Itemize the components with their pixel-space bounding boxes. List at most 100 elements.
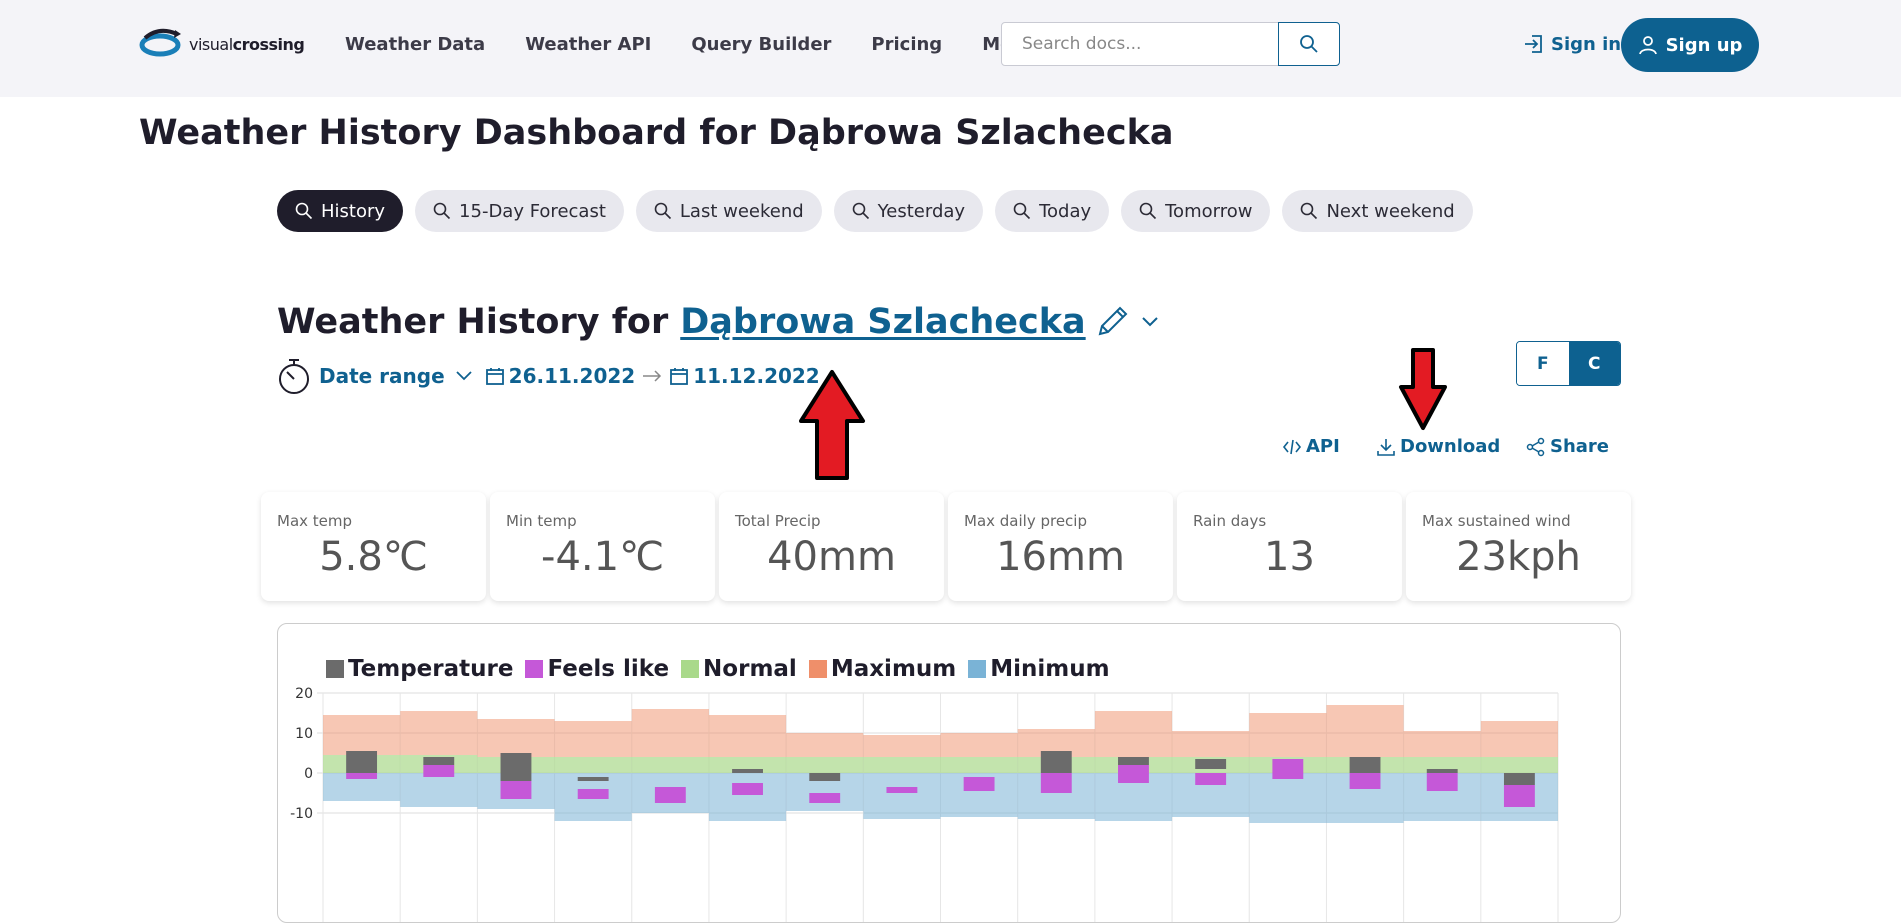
chevron-down-icon[interactable] xyxy=(1140,315,1160,329)
tab-label: Next weekend xyxy=(1326,200,1455,222)
arrow-right-icon xyxy=(643,370,662,382)
feels-like-bar xyxy=(1195,773,1227,785)
stats-row: Max temp 5.8℃ Min temp -4.1℃ Total Preci… xyxy=(261,492,1631,601)
feels-like-bar xyxy=(963,777,995,791)
main-nav: Weather Data Weather API Query Builder P… xyxy=(345,30,1052,60)
temperature-bar xyxy=(346,751,378,773)
calendar-icon xyxy=(485,368,504,385)
normal-bar xyxy=(554,757,632,773)
maximum-bar xyxy=(708,715,787,757)
nav-pricing[interactable]: Pricing xyxy=(871,30,942,60)
maximum-bar xyxy=(554,721,632,757)
download-label: Download xyxy=(1400,436,1501,457)
maximum-bar xyxy=(786,733,864,757)
stat-card-max-temp: Max temp 5.8℃ xyxy=(261,492,486,601)
feels-like-bar xyxy=(886,787,918,793)
page-title: Weather History Dashboard for Dąbrowa Sz… xyxy=(139,113,1174,153)
feels-like-bar xyxy=(1040,773,1072,793)
temperature-chart: 20 10 0 -10 xyxy=(290,686,1559,922)
temperature-bar xyxy=(732,769,763,773)
date-range-dropdown[interactable]: Date range xyxy=(319,364,445,388)
download-icon xyxy=(1377,438,1395,456)
download-link[interactable]: Download xyxy=(1376,436,1500,457)
maximum-bar xyxy=(631,709,709,757)
stat-card-min-temp: Min temp -4.1℃ xyxy=(490,492,715,601)
share-icon xyxy=(1526,437,1545,456)
unit-f-button[interactable]: F xyxy=(1517,342,1569,385)
tab-label: 15-Day Forecast xyxy=(459,200,606,222)
red-up-arrow-annotation xyxy=(799,370,865,480)
maximum-bar xyxy=(1403,731,1481,757)
red-down-arrow-annotation xyxy=(1399,348,1447,430)
nav-query-builder[interactable]: Query Builder xyxy=(691,30,831,60)
temperature-bar xyxy=(577,777,609,781)
minimum-bar xyxy=(863,773,941,819)
tab-15-day-forecast[interactable]: 15-Day Forecast xyxy=(415,190,624,232)
sign-up-button[interactable]: Sign up xyxy=(1621,18,1759,72)
share-label: Share xyxy=(1550,436,1610,457)
tab-last-weekend[interactable]: Last weekend xyxy=(635,190,822,232)
sign-up-label: Sign up xyxy=(1665,34,1743,56)
maximum-bar xyxy=(323,715,401,755)
tab-label: Tomorrow xyxy=(1165,200,1253,222)
maximum-bar xyxy=(1172,731,1250,757)
search-icon xyxy=(654,202,671,220)
sign-in-label: Sign in xyxy=(1551,33,1622,55)
logo-text: visualcrossing xyxy=(189,34,305,54)
tab-label: Last weekend xyxy=(679,200,804,222)
chevron-down-icon[interactable] xyxy=(455,370,473,382)
feels-like-bar xyxy=(654,787,686,803)
search-icon xyxy=(1300,35,1318,53)
sign-in-link[interactable]: Sign in xyxy=(1523,33,1621,55)
feels-like-bar xyxy=(577,789,609,799)
tab-yesterday[interactable]: Yesterday xyxy=(833,190,984,232)
sign-in-icon xyxy=(1525,35,1542,53)
stat-card-rain-days: Rain days 13 xyxy=(1177,492,1402,601)
search-icon xyxy=(1139,202,1157,220)
pencil-icon[interactable] xyxy=(1094,304,1130,340)
tab-history[interactable]: History xyxy=(277,190,404,232)
temperature-bar xyxy=(809,773,841,781)
stat-card-max-wind: Max sustained wind 23kph xyxy=(1406,492,1631,601)
maximum-bar xyxy=(1480,721,1558,757)
search-placeholder: Search docs... xyxy=(1022,34,1142,54)
calendar-icon xyxy=(670,368,689,385)
temperature-chart-card: Temperature Feels like Normal Maximum Minimu… xyxy=(277,623,1621,923)
api-link[interactable]: API xyxy=(1282,436,1340,457)
maximum-bar xyxy=(940,733,1018,757)
start-date-input[interactable]: 26.11.2022 xyxy=(509,364,636,388)
tab-tomorrow[interactable]: Tomorrow xyxy=(1121,190,1271,232)
maximum-bar xyxy=(477,719,555,757)
normal-bar xyxy=(863,757,941,773)
search-icon xyxy=(433,202,451,220)
user-icon xyxy=(1638,36,1657,55)
tab-next-weekend[interactable]: Next weekend xyxy=(1282,190,1473,232)
normal-bar xyxy=(1480,757,1558,773)
feels-like-bar xyxy=(423,765,455,777)
minimum-bar xyxy=(1249,773,1327,823)
visualcrossing-logo[interactable]: visualcrossing xyxy=(139,28,305,60)
stat-card-total-precip: Total Precip 40mm xyxy=(719,492,944,601)
maximum-bar xyxy=(1094,711,1173,757)
feels-like-bar xyxy=(1426,773,1458,791)
unit-c-button[interactable]: C xyxy=(1568,342,1620,385)
stat-value: 13 xyxy=(1264,534,1315,580)
search-icon xyxy=(295,202,313,220)
search-button[interactable] xyxy=(1278,22,1340,66)
nav-weather-data[interactable]: Weather Data xyxy=(345,30,485,60)
stopwatch-icon xyxy=(279,359,309,394)
tab-today[interactable]: Today xyxy=(995,190,1110,232)
nav-weather-api[interactable]: Weather API xyxy=(525,30,651,60)
feels-like-bar xyxy=(1503,785,1535,807)
share-link[interactable]: Share xyxy=(1526,436,1609,457)
unit-toggle: F C xyxy=(1516,341,1621,386)
stat-label: Total Precip xyxy=(735,512,821,530)
y-tick-label: 10 xyxy=(295,726,313,742)
minimum-bar xyxy=(708,773,787,821)
stat-value: 23kph xyxy=(1456,534,1581,580)
temperature-bar xyxy=(1349,757,1381,773)
location-link[interactable]: Dąbrowa Szlachecka xyxy=(680,302,1085,342)
stat-value: 16mm xyxy=(996,534,1125,580)
normal-bar xyxy=(940,757,1018,773)
search-input[interactable]: Search docs... xyxy=(1001,22,1279,66)
